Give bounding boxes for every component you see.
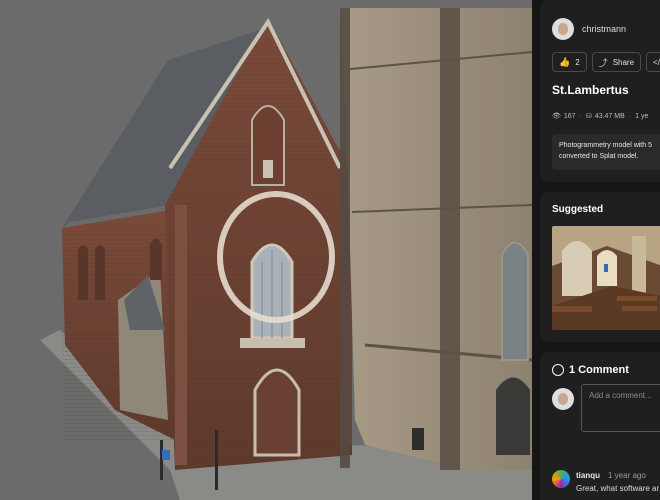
share-label: Share (612, 57, 635, 67)
comments-header: 1 Comment (552, 364, 629, 376)
file-size: 43.47 MB (594, 112, 625, 120)
share-button[interactable]: ⤴ Share (591, 52, 642, 72)
description-line: Photogrammetry model with 5 (559, 142, 652, 149)
model-description: Photogrammetry model with 5 converted to… (552, 134, 660, 170)
comment-time: 1 year ago (608, 471, 646, 480)
view-count: 167 (563, 112, 576, 120)
side-panel: christmann 👍 2 ⤴ Share </> St.Lambertus … (540, 0, 660, 500)
orbit-control-ring[interactable] (217, 191, 335, 323)
author-avatar[interactable] (552, 18, 574, 40)
description-line: converted to Splat model. (559, 153, 639, 160)
model-meta: 👁 167 · ⛁ 43.47 MB · 1 ye (552, 112, 649, 121)
author-row[interactable]: christmann (552, 18, 626, 40)
thumbs-up-icon: 👍 (559, 56, 571, 67)
like-button[interactable]: 👍 2 (552, 52, 587, 72)
drive-icon: ⛁ (585, 113, 592, 120)
author-name[interactable]: christmann (582, 24, 626, 34)
action-bar: 👍 2 ⤴ Share </> (552, 52, 660, 72)
splat-viewer[interactable] (0, 0, 532, 500)
comments-heading: 1 Comment (569, 364, 629, 376)
commenter-name[interactable]: tianqu (576, 471, 600, 480)
like-count: 2 (575, 57, 580, 67)
share-icon: ⤴ (598, 57, 608, 68)
commenter-avatar[interactable] (552, 470, 570, 488)
current-user-avatar (552, 388, 574, 410)
upload-age: 1 ye (635, 112, 649, 120)
eye-icon: 👁 (552, 113, 561, 120)
model-title: St.Lambertus (552, 83, 629, 97)
model-info-card: christmann 👍 2 ⤴ Share </> St.Lambertus … (540, 0, 660, 182)
comment-input[interactable]: Add a comment... (581, 384, 660, 432)
embed-button[interactable]: </> (646, 52, 660, 72)
code-icon: </> (653, 57, 660, 67)
comment-bubble-icon (552, 364, 564, 376)
suggested-thumbnail[interactable] (552, 226, 660, 330)
comment-text: Great, what software ar (576, 484, 660, 493)
suggested-heading: Suggested (552, 204, 604, 215)
